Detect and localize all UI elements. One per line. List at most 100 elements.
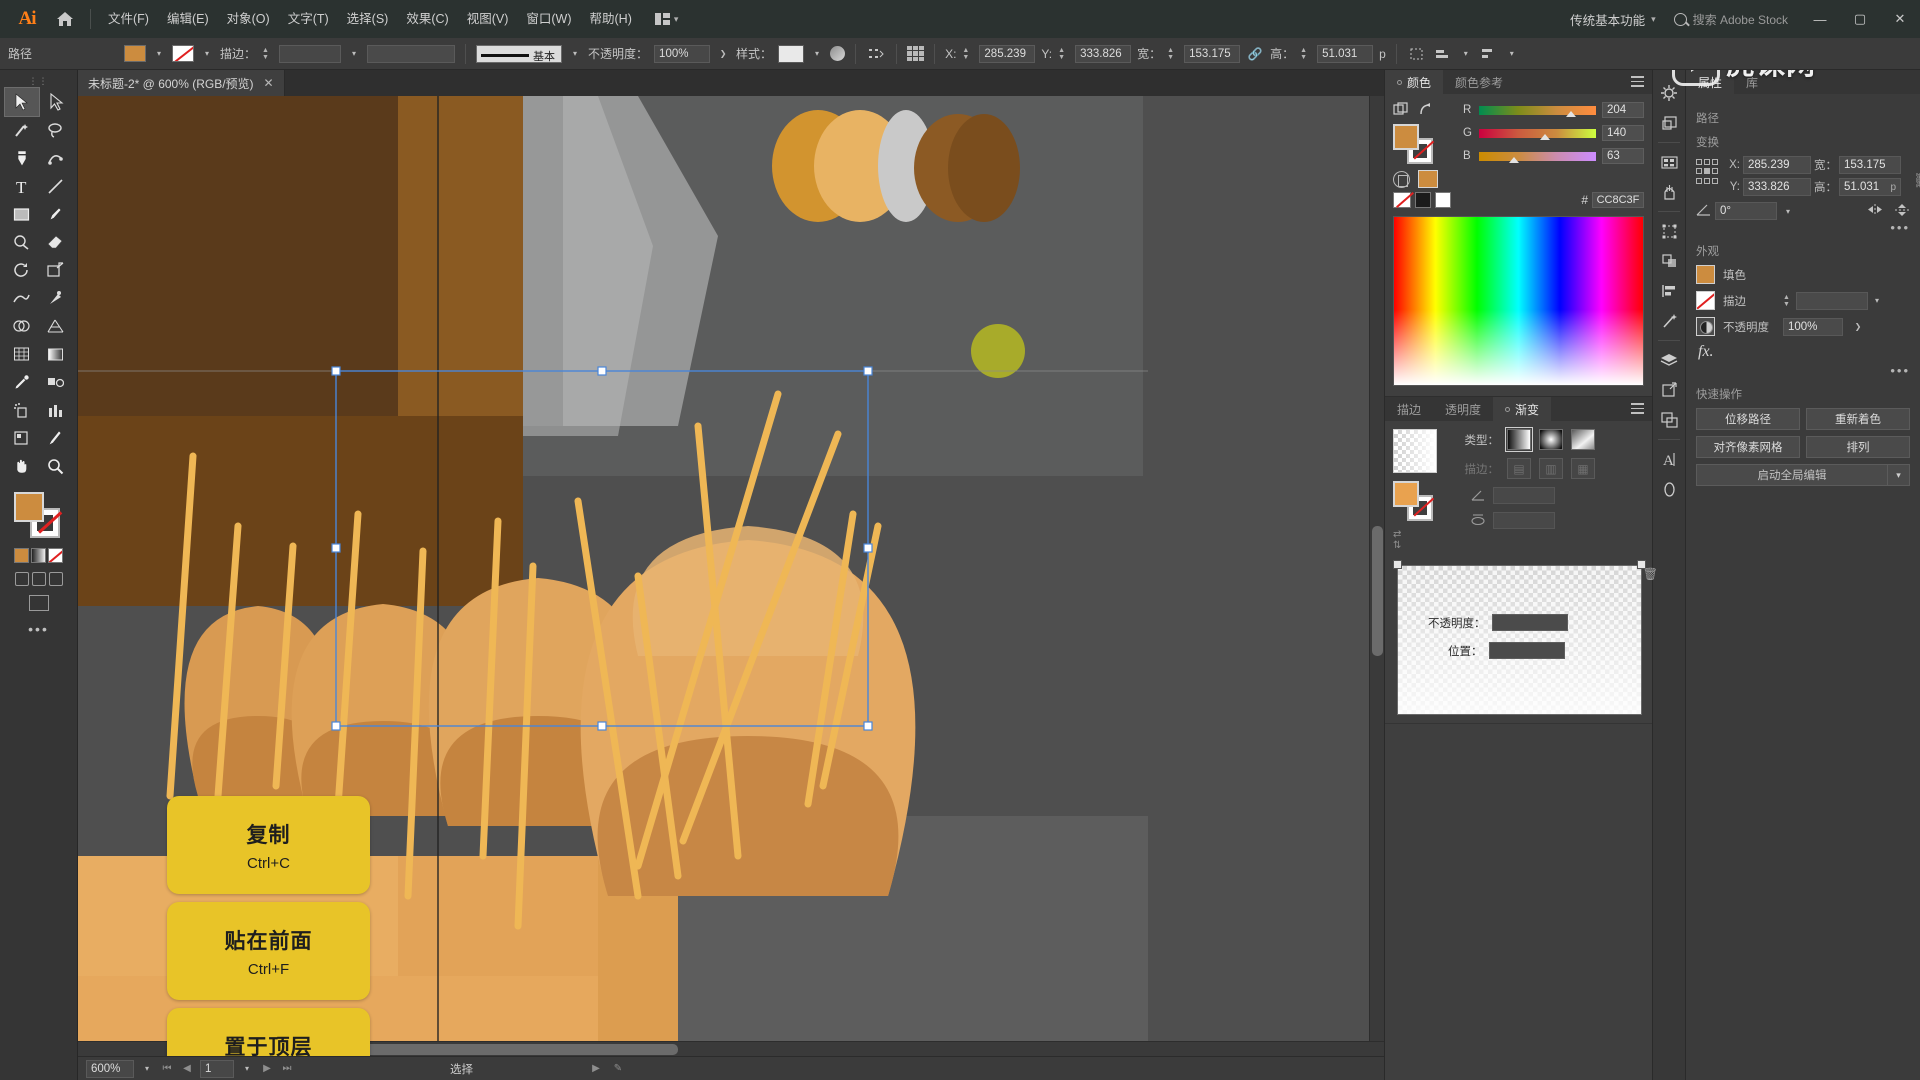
chevron-down-icon[interactable]: ▾ [1870,292,1884,309]
x-stepper[interactable]: ▲ ▼ [962,47,973,61]
active-fill-mini[interactable] [1418,170,1438,188]
tools-panel-grip[interactable]: ⋮⋮ [0,74,77,88]
gradient-fill-stroke[interactable] [1393,481,1441,521]
menu-edit[interactable]: 编辑(E) [158,0,218,38]
none-color-button[interactable] [1393,192,1411,208]
fill-swatch[interactable] [124,45,147,62]
chevron-down-icon[interactable]: ▾ [1781,203,1795,220]
pathfinder-rail-icon[interactable] [1654,246,1684,276]
slider-b[interactable]: B 63 [1463,148,1644,164]
flip-horizontal-icon[interactable] [1866,203,1884,220]
draw-inside-mode[interactable] [48,572,63,586]
workspace-switcher[interactable]: 传统基本功能 ▾ [1560,10,1666,29]
maximize-button[interactable]: ▢ [1840,0,1880,38]
white-color-button[interactable] [1435,192,1451,208]
slider-r[interactable]: R 204 [1463,102,1644,118]
lasso-tool[interactable] [39,116,73,144]
next-artboard-icon[interactable]: ▶ [260,1063,274,1074]
chevron-down-icon[interactable]: ▾ [1459,45,1473,62]
hex-input[interactable]: CC8C3F [1592,192,1644,208]
gradient-angle-input[interactable] [1493,487,1555,504]
y-stepper[interactable]: ▲ ▼ [1058,47,1069,61]
stroke-weight-input[interactable] [1796,291,1868,310]
prev-artboard-icon[interactable]: ◀ [180,1063,194,1074]
chevron-down-icon[interactable]: ▾ [1888,464,1910,486]
properties-rail-icon[interactable] [1654,78,1684,108]
opacity-flyout-icon[interactable]: ❯ [1851,318,1865,335]
black-color-button[interactable] [1415,192,1431,208]
link-proportions-icon[interactable]: 🔗 [1246,47,1264,61]
paintbrush-tool[interactable] [39,200,73,228]
radial-gradient-button[interactable] [1539,429,1563,450]
gradient-swatch-button[interactable] [31,548,46,563]
fx-button[interactable]: fx. [1698,343,1910,361]
gradient-location-input[interactable] [1488,642,1565,659]
zoom-tool[interactable] [39,452,73,480]
fill-indicator[interactable] [13,492,44,522]
layers-stack-rail-icon[interactable] [1654,345,1684,375]
artboard-number-input[interactable]: 1 [200,1059,234,1078]
variable-width-profile[interactable] [367,44,456,63]
reference-point-selector[interactable] [1696,159,1718,185]
stroke-weight-stepper[interactable]: ▲ ▼ [262,47,273,61]
global-edit-button[interactable]: 启动全局编辑 [1696,464,1888,486]
slice-tool[interactable] [39,424,73,452]
slider-g-track[interactable] [1479,128,1596,140]
perspective-grid-tool[interactable] [39,312,73,340]
character-rail-icon[interactable]: A [1654,444,1684,474]
slider-r-track[interactable] [1479,105,1596,117]
blend-tool[interactable] [39,368,73,396]
stroke-weight-stepper[interactable]: ▲ ▼ [1783,294,1794,308]
opacity-input[interactable]: 100% [1783,317,1843,336]
tab-gradient[interactable]: 渐变 [1493,397,1552,421]
fill-color-box[interactable] [1393,124,1419,150]
panel-menu-icon[interactable] [1631,403,1644,417]
delete-stop-icon[interactable]: 🗑 [1643,567,1658,581]
menu-window[interactable]: 窗口(W) [517,0,580,38]
align-pixel-grid-button[interactable]: 对齐像素网格 [1696,436,1800,458]
scale-tool[interactable] [39,256,73,284]
gradient-stop-start[interactable] [1393,560,1402,569]
color-swatch-button[interactable] [14,548,29,563]
close-icon[interactable]: ✕ [264,76,274,90]
gradient-tool[interactable] [39,340,73,368]
link-proportions-icon[interactable]: ⛓ [1913,172,1920,189]
reverse-gradient-icon[interactable]: ⇄ ⇅ [1393,529,1445,551]
flip-vertical-icon[interactable] [1894,203,1910,220]
slider-r-value[interactable]: 204 [1602,102,1644,118]
column-graph-tool[interactable] [39,396,73,424]
color-spectrum[interactable] [1393,216,1644,386]
width-input[interactable]: 153.175 [1184,44,1241,63]
y-input[interactable]: 333.826 [1075,44,1132,63]
paragraph-rail-icon[interactable] [1654,474,1684,504]
color-space-icon[interactable] [1393,170,1410,188]
slider-g[interactable]: G 140 [1463,125,1644,141]
align-objects-icon[interactable] [1433,44,1453,64]
gradient-opacity-input[interactable] [1491,614,1568,631]
color-picker-icon[interactable] [1393,102,1409,120]
transform-more-options-icon[interactable]: ••• [1696,220,1910,235]
height-input[interactable]: 51.031 p [1839,178,1901,196]
selection-tool[interactable] [3,87,40,117]
width-tool[interactable] [5,284,39,312]
direct-selection-tool[interactable] [39,88,73,116]
opacity-icon[interactable] [1696,317,1715,336]
slider-b-knob[interactable] [1509,156,1520,166]
symbol-sprayer-tool[interactable] [5,396,39,424]
chevron-down-icon[interactable]: ▾ [347,45,361,62]
angle-input[interactable]: 0° [1715,202,1777,220]
gradient-aspect-input[interactable] [1493,512,1555,529]
slider-g-knob[interactable] [1539,133,1550,143]
stroke-swatch[interactable] [1696,291,1715,310]
layers-rail-icon[interactable] [1654,108,1684,138]
free-transform-tool[interactable] [39,284,73,312]
screen-mode-button[interactable] [28,595,49,611]
transform-icon[interactable] [866,44,886,64]
gradient-slider[interactable]: 不透明度： 位置： [1393,560,1646,715]
chevron-down-icon[interactable]: ▾ [200,45,214,62]
stroke-weight-input[interactable] [279,44,342,63]
chevron-down-icon[interactable]: ▾ [240,1060,254,1077]
pencil-icon[interactable]: ✎ [611,1063,625,1074]
artboards-rail-icon[interactable] [1654,405,1684,435]
minimize-button[interactable]: — [1800,0,1840,38]
